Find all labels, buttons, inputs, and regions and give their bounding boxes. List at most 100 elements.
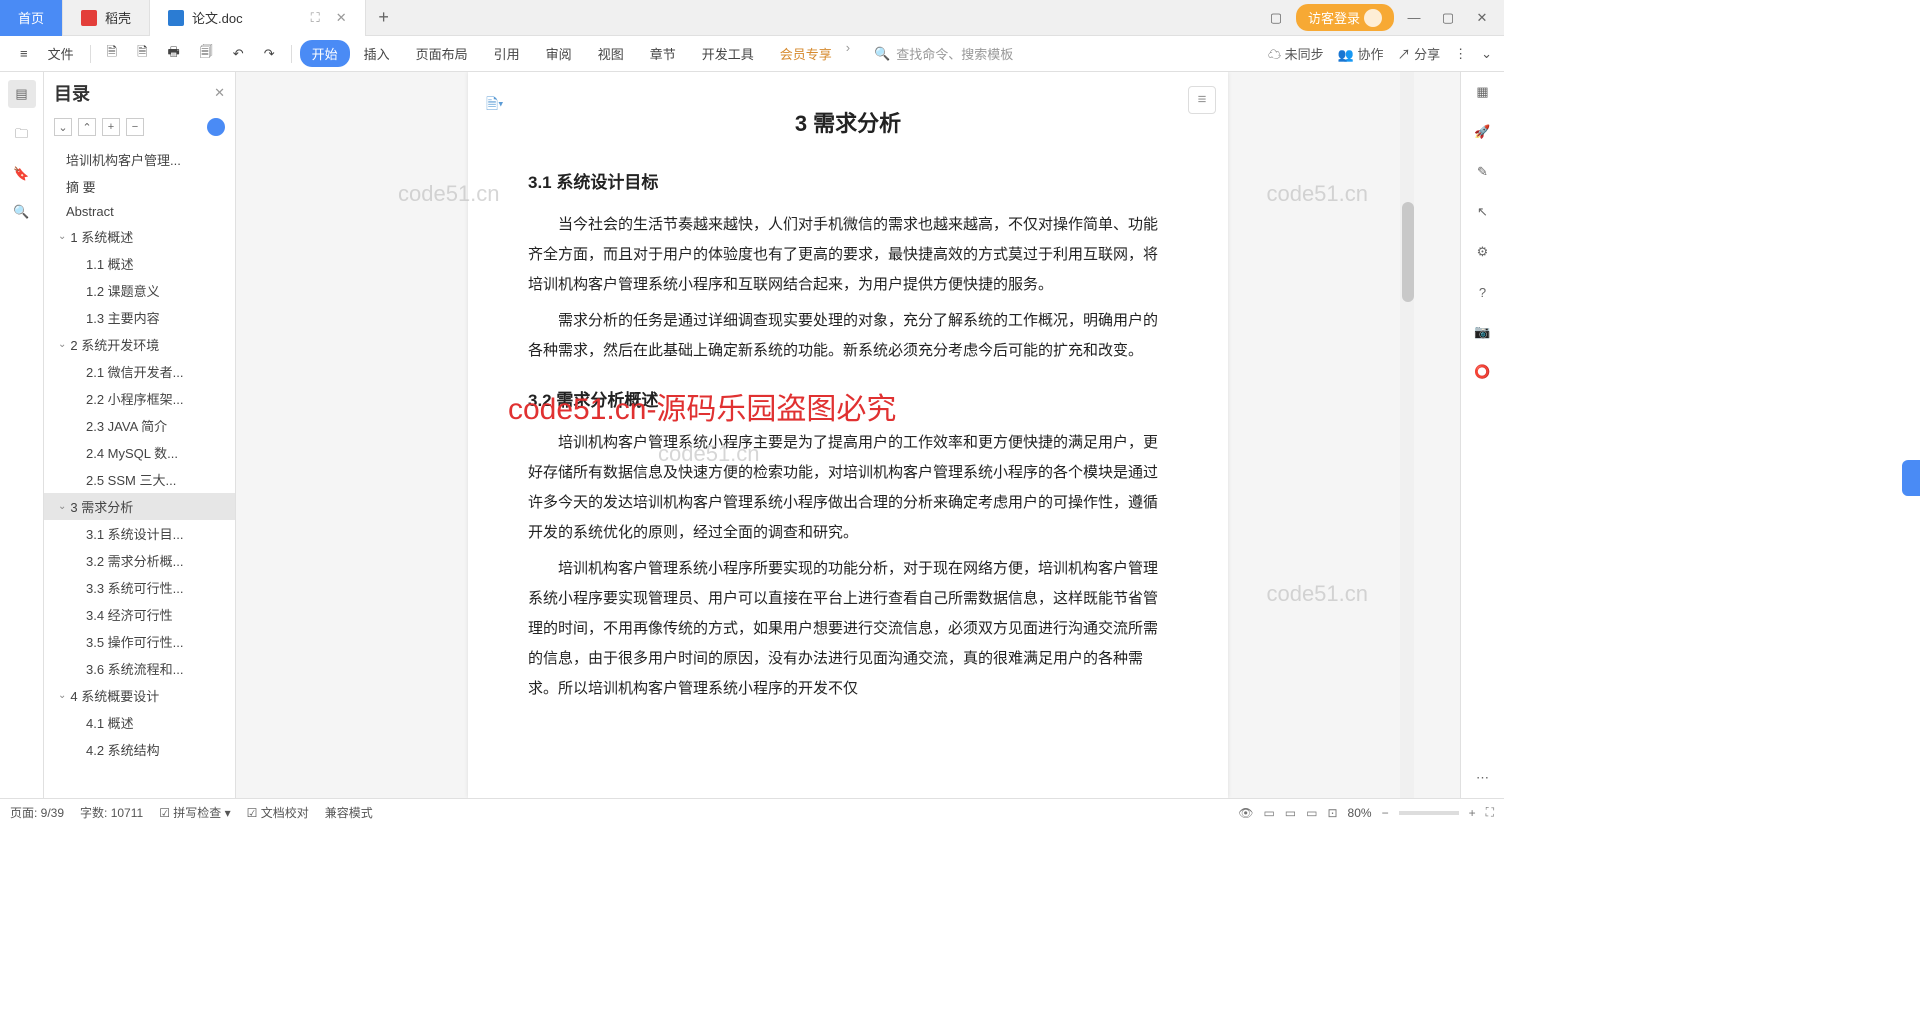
settings-icon[interactable]: ⚙ (1473, 242, 1493, 262)
outline-item[interactable]: Abstract (44, 200, 235, 223)
suitcase-icon[interactable]: 🗀 (12, 126, 32, 146)
scrollbar-thumb[interactable] (1402, 202, 1414, 302)
tab-document[interactable]: 论文.doc⛶✕ (150, 0, 366, 36)
outline-item[interactable]: 2.5 SSM 三大... (44, 466, 235, 493)
right-drawer-tab[interactable] (1902, 460, 1920, 496)
saveas-icon[interactable]: 🗎 (129, 39, 155, 69)
view-eye-icon[interactable]: 👁 (1238, 806, 1253, 820)
save-icon[interactable]: 🗎 (99, 39, 125, 69)
ribbon-view[interactable]: 视图 (586, 40, 636, 67)
ribbon-start[interactable]: 开始 (300, 40, 350, 67)
outline-close-icon[interactable]: ✕ (214, 85, 225, 101)
outline-item[interactable]: ⌄2 系统开发环境 (44, 331, 235, 358)
file-menu[interactable]: 文件 (40, 40, 82, 67)
collapse-all-icon[interactable]: ⌄ (54, 118, 72, 136)
lock-icon[interactable]: ⊡ (1327, 806, 1337, 820)
collapse-icon[interactable]: ⌄ (1481, 46, 1492, 62)
sync-button[interactable]: ☁ 未同步 (1268, 44, 1324, 63)
rocket-icon[interactable]: 🚀 (1473, 122, 1493, 142)
login-button[interactable]: 访客登录 (1296, 4, 1394, 31)
outline-item[interactable]: 1.1 概述 (44, 250, 235, 277)
bookmark-toggle-icon[interactable]: ≡ (1188, 86, 1216, 114)
outline-item[interactable]: 2.4 MySQL 数... (44, 439, 235, 466)
help-icon[interactable]: ? (1473, 282, 1493, 302)
scrollbar-track[interactable] (1400, 72, 1414, 798)
camera-icon[interactable]: 📷 (1473, 322, 1493, 342)
outline-item[interactable]: ⌄4 系统概要设计 (44, 682, 235, 709)
chevron-down-icon[interactable]: ⌄ (58, 690, 66, 701)
outline-item[interactable]: 培训机构客户管理... (44, 146, 235, 173)
tab-docker[interactable]: 稻壳 (63, 0, 150, 36)
tab-add-button[interactable]: + (366, 7, 402, 28)
chevron-down-icon[interactable]: ⌄ (58, 501, 66, 512)
outline-item[interactable]: 4.1 概述 (44, 709, 235, 736)
tab-screen-icon[interactable]: ⛶ (311, 10, 320, 26)
outline-item[interactable]: 摘 要 (44, 173, 235, 200)
page-indicator[interactable]: 页面: 9/39 (10, 804, 64, 821)
ribbon-devtools[interactable]: 开发工具 (690, 40, 766, 67)
view-outline-icon[interactable]: ▭ (1306, 806, 1317, 820)
outline-item[interactable]: 3.1 系统设计目... (44, 520, 235, 547)
view-page-icon[interactable]: ▭ (1263, 806, 1274, 820)
outline-item[interactable]: 3.6 系统流程和... (44, 655, 235, 682)
add-level-icon[interactable]: + (102, 118, 120, 136)
outline-item[interactable]: 1.2 课题意义 (44, 277, 235, 304)
ribbon-reference[interactable]: 引用 (482, 40, 532, 67)
ribbon-layout[interactable]: 页面布局 (404, 40, 480, 67)
outline-item[interactable]: 2.3 JAVA 简介 (44, 412, 235, 439)
menu-icon[interactable]: ≡ (12, 42, 36, 65)
ribbon-review[interactable]: 审阅 (534, 40, 584, 67)
more-icon[interactable]: ⋮ (1454, 46, 1467, 62)
page-doc-icon[interactable]: 🗎▾ (486, 90, 504, 120)
outline-item[interactable]: 2.2 小程序框架... (44, 385, 235, 412)
ribbon-more-icon[interactable]: › (846, 40, 850, 67)
zoom-out-icon[interactable]: − (1382, 806, 1389, 820)
compat-mode[interactable]: 兼容模式 (325, 804, 373, 821)
ribbon-chapter[interactable]: 章节 (638, 40, 688, 67)
share-button[interactable]: ↗ 分享 (1397, 44, 1440, 63)
redo-icon[interactable]: ↷ (256, 42, 283, 66)
outline-item[interactable]: 4.2 系统结构 (44, 736, 235, 763)
word-count[interactable]: 字数: 10711 (80, 804, 143, 821)
more-rail-icon[interactable]: ⋯ (1473, 768, 1493, 788)
search-box[interactable]: 🔍 查找命令、搜索模板 (874, 44, 1013, 63)
search-icon[interactable]: 🔍 (12, 202, 32, 222)
tab-home[interactable]: 首页 (0, 0, 63, 36)
minimize-button[interactable]: — (1400, 4, 1428, 32)
preview-icon[interactable]: 🗐 (192, 39, 221, 69)
zoom-level[interactable]: 80% (1348, 806, 1372, 820)
undo-icon[interactable]: ↶ (225, 42, 252, 66)
outline-icon[interactable]: ▤ (8, 80, 36, 108)
outline-item[interactable]: ⌄1 系统概述 (44, 223, 235, 250)
outline-item[interactable]: 3.5 操作可行性... (44, 628, 235, 655)
outline-item[interactable]: 3.4 经济可行性 (44, 601, 235, 628)
spellcheck-button[interactable]: ☑ 拼写检查 ▾ (159, 804, 230, 821)
outline-item[interactable]: 1.3 主要内容 (44, 304, 235, 331)
pen-icon[interactable]: ✎ (1473, 162, 1493, 182)
chevron-down-icon[interactable]: ⌄ (58, 339, 66, 350)
box-icon[interactable]: ▢ (1262, 4, 1290, 32)
print-icon[interactable]: 🖶 (160, 39, 188, 69)
cursor-icon[interactable]: ↖ (1473, 202, 1493, 222)
badge-icon[interactable]: ⭕ (1473, 362, 1493, 382)
proofread-button[interactable]: ☑ 文档校对 (247, 804, 309, 821)
grid-icon[interactable]: ▦ (1473, 82, 1493, 102)
outline-item[interactable]: ⌄3 需求分析 (44, 493, 235, 520)
remove-level-icon[interactable]: − (126, 118, 144, 136)
close-icon[interactable]: ✕ (336, 10, 347, 26)
ribbon-vip[interactable]: 会员专享 (768, 40, 844, 67)
outline-item[interactable]: 3.3 系统可行性... (44, 574, 235, 601)
expand-all-icon[interactable]: ⌃ (78, 118, 96, 136)
ribbon-insert[interactable]: 插入 (352, 40, 402, 67)
outline-item[interactable]: 3.2 需求分析概... (44, 547, 235, 574)
maximize-button[interactable]: ▢ (1434, 4, 1462, 32)
outline-item[interactable]: 2.1 微信开发者... (44, 358, 235, 385)
view-web-icon[interactable]: ▭ (1285, 806, 1296, 820)
close-button[interactable]: ✕ (1468, 4, 1496, 32)
chevron-down-icon[interactable]: ⌄ (58, 231, 66, 242)
fullscreen-icon[interactable]: ⛶ (1486, 805, 1494, 820)
collab-button[interactable]: 👥 协作 (1338, 44, 1384, 63)
refresh-icon[interactable] (207, 118, 225, 136)
bookmark-icon[interactable]: 🔖 (12, 164, 32, 184)
zoom-in-icon[interactable]: + (1469, 806, 1476, 820)
